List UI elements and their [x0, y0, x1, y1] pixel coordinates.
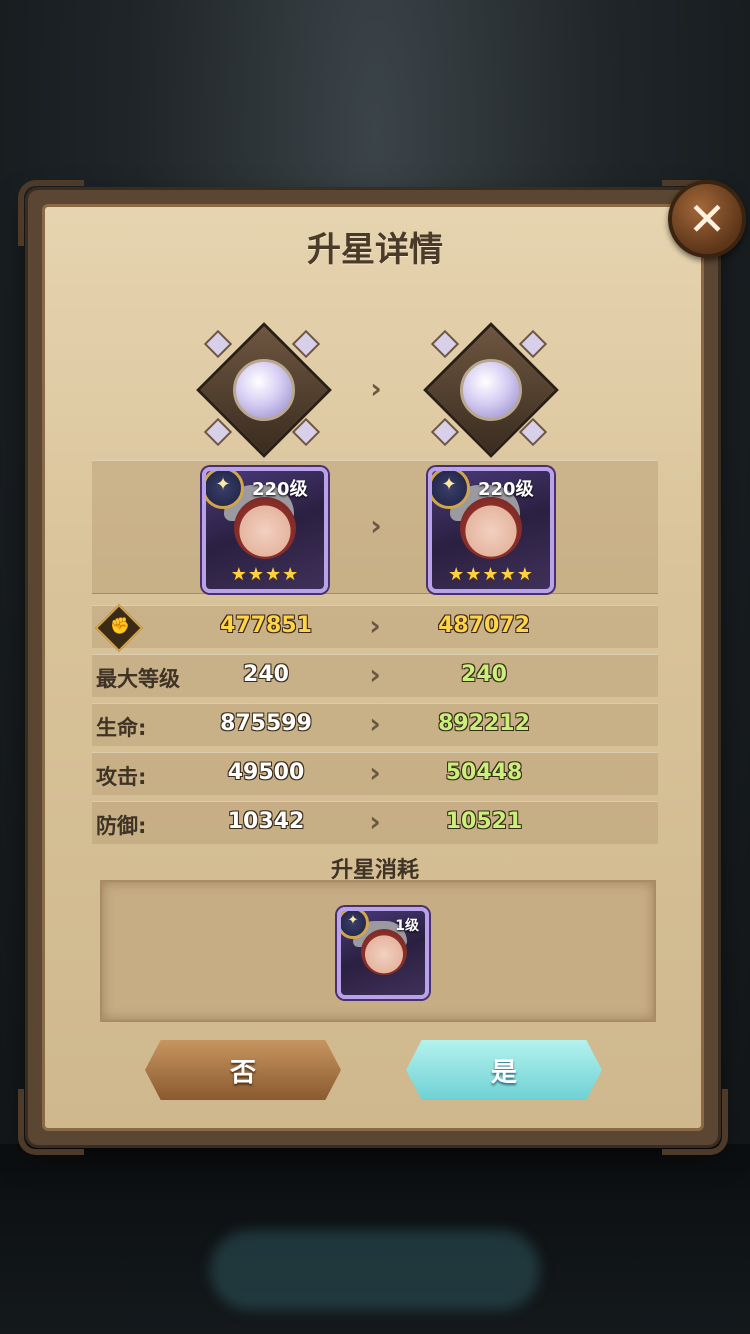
hero-card-before: ✦ 220级 ★★★★ [202, 467, 328, 593]
hp-new: 892212 [438, 711, 530, 736]
hp-old: 875599 [220, 711, 312, 736]
stat-label: 防御: [96, 814, 147, 838]
arrow-right-icon: › [369, 658, 381, 691]
hero-portrait-face [234, 497, 296, 559]
attack-old: 49500 [227, 760, 305, 785]
hero-level: 220级 [252, 479, 308, 500]
power-new: 487072 [438, 613, 530, 638]
hero-card-after: ✦ 220级 ★★★★★ [428, 467, 554, 593]
power-old: 477851 [220, 613, 312, 638]
arrow-right-icon: › [369, 756, 381, 789]
max-level-old: 240 [243, 662, 289, 687]
stat-row-defense: 防御: 10342 › 10521 [92, 801, 658, 844]
cost-item-level: 1级 [395, 918, 419, 934]
frame-corner [18, 1089, 84, 1155]
stat-row-max-level: 最大等级 240 › 240 [92, 654, 658, 697]
arrow-right-icon: › [370, 509, 382, 542]
stat-row-power: ✊ 477851 › 487072 [92, 603, 658, 653]
stat-label: 生命: [96, 716, 147, 740]
fist-icon: ✊ [94, 603, 144, 653]
compass-star-icon: ✦ [432, 471, 470, 509]
compass-star-icon: ✦ [206, 471, 244, 509]
defense-old: 10342 [227, 809, 305, 834]
stat-row-hp: 生命: 875599 › 892212 [92, 703, 658, 746]
rank-badge-before [196, 322, 332, 458]
dialog-title: 升星详情 [307, 230, 443, 270]
rank-badge-after [423, 322, 559, 458]
stat-label: 最大等级 [96, 667, 180, 691]
hero-stars: ★★★★★ [448, 564, 534, 585]
compass-star-icon: ✦ [341, 911, 369, 939]
defense-new: 10521 [445, 809, 523, 834]
arrow-right-icon: › [369, 805, 381, 838]
arrow-right-icon: › [369, 609, 381, 642]
background-button-blur [210, 1230, 540, 1310]
arrow-right-icon: › [370, 372, 382, 405]
max-level-new: 240 [461, 662, 507, 687]
yes-button[interactable]: 是 [406, 1040, 602, 1100]
frame-corner [662, 1089, 728, 1155]
cost-hero-card[interactable]: ✦ 1级 [337, 907, 429, 999]
cost-slot: ✦ 1级 [100, 880, 656, 1022]
no-button[interactable]: 否 [145, 1040, 341, 1100]
gem-icon [460, 359, 522, 421]
gem-icon [233, 359, 295, 421]
stat-label: 攻击: [96, 765, 147, 789]
hero-compare-band: ✦ 220级 ★★★★ › ✦ 220级 ★★★★★ [92, 460, 658, 594]
attack-new: 50448 [445, 760, 523, 785]
hero-portrait-face [361, 929, 407, 975]
hero-stars: ★★★★ [230, 564, 300, 585]
arrow-right-icon: › [369, 707, 381, 740]
stat-row-attack: 攻击: 49500 › 50448 [92, 752, 658, 795]
hero-level: 220级 [478, 479, 534, 500]
hero-portrait-face [460, 497, 522, 559]
